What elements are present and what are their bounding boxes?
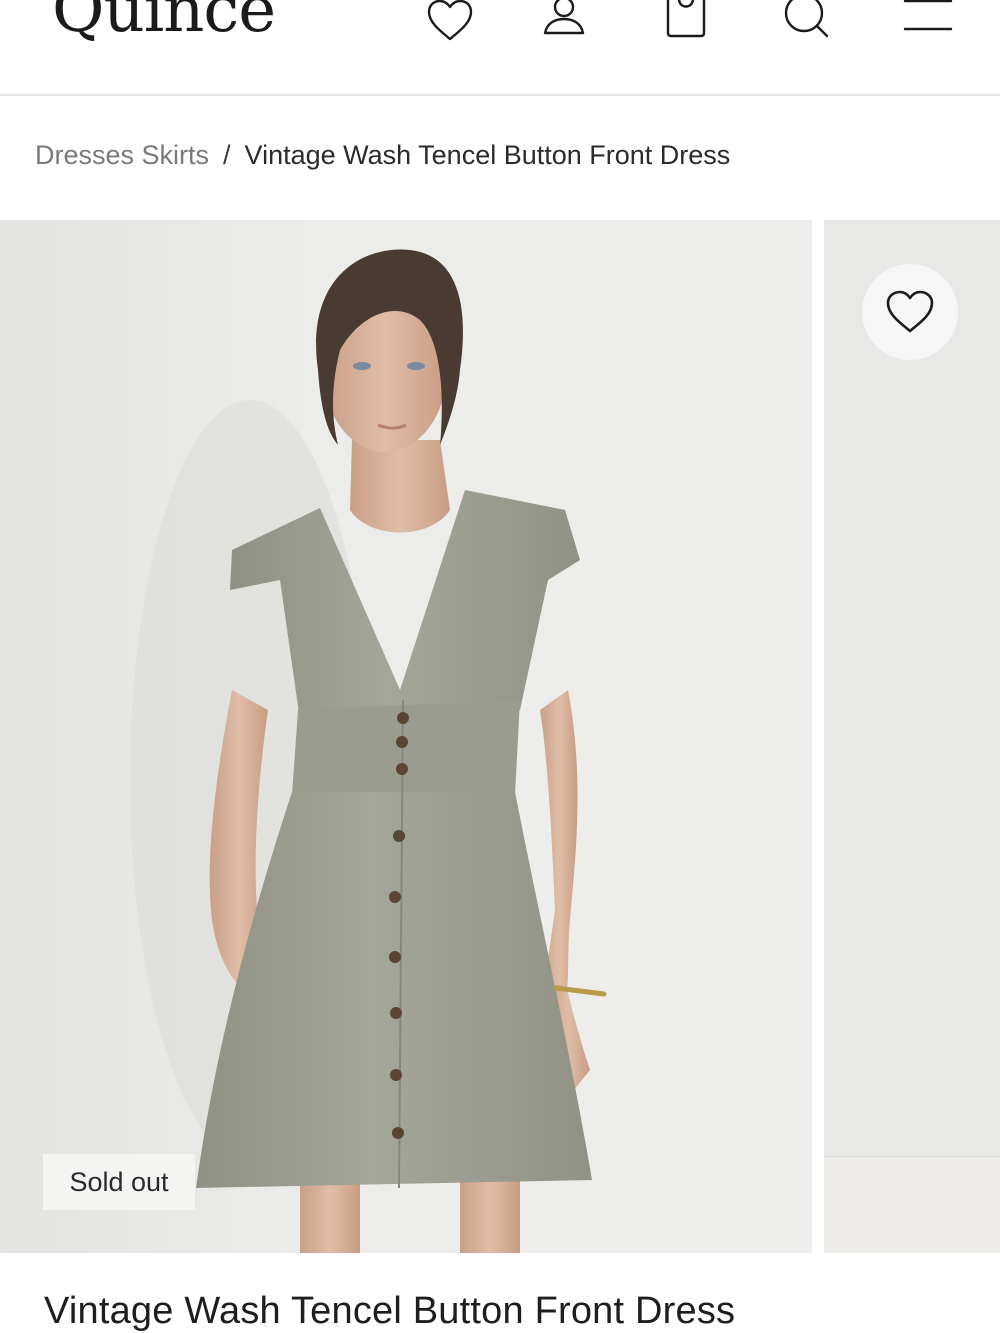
product-photo [130, 249, 607, 1253]
wishlist-button[interactable] [424, 0, 476, 44]
breadcrumb-link-category[interactable]: Dresses Skirts [35, 140, 209, 171]
search-icon [784, 0, 829, 38]
add-to-wishlist-button[interactable] [862, 264, 958, 360]
shopping-bag-icon [666, 0, 706, 38]
heart-icon [886, 290, 934, 333]
photo-floor [824, 1156, 1000, 1253]
product-title: Vintage Wash Tencel Button Front Dress [44, 1290, 736, 1332]
sold-out-badge: Sold out [43, 1154, 195, 1210]
heart-icon [427, 0, 473, 41]
breadcrumb: Dresses Skirts / Vintage Wash Tencel But… [35, 140, 730, 171]
menu-button[interactable] [902, 0, 954, 44]
cart-button[interactable] [660, 0, 712, 44]
product-image-next[interactable] [824, 220, 1000, 1253]
account-button[interactable] [538, 0, 590, 44]
breadcrumb-current: Vintage Wash Tencel Button Front Dress [244, 140, 731, 170]
site-header: Quince [0, 0, 1000, 96]
menu-icon [903, 0, 953, 31]
breadcrumb-separator: / [223, 140, 231, 170]
brand-logo[interactable]: Quince [52, 0, 276, 42]
search-button[interactable] [780, 0, 832, 44]
product-image-gallery[interactable] [0, 220, 1000, 1253]
account-icon [543, 0, 585, 35]
product-image-main[interactable] [0, 220, 812, 1253]
